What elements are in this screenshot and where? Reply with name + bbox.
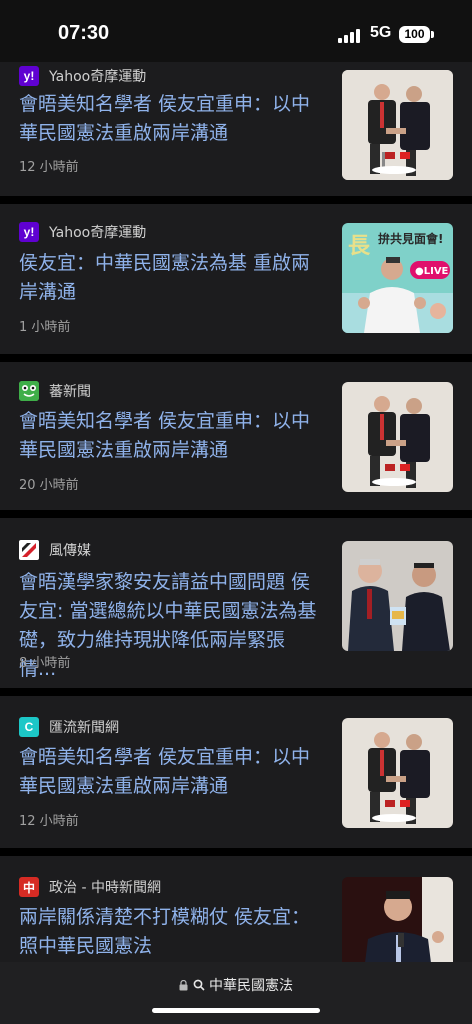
article-time: 12 小時前 [19, 814, 79, 829]
article-source: 風傳媒 [19, 540, 91, 560]
network-type: 5G [370, 24, 392, 41]
battery-icon: 100 [399, 26, 430, 43]
article-card[interactable]: C 匯流新聞網 會晤美知名學者 侯友宜重申：以中華民國憲法重啟兩岸溝通 12 小… [0, 696, 472, 848]
article-source: y! Yahoo奇摩運動 [19, 66, 146, 86]
article-thumbnail[interactable] [342, 70, 453, 180]
article-headline[interactable]: 會晤美知名學者 侯友宜重申：以中華民國憲法重啟兩岸溝通 [19, 90, 319, 148]
handshake-photo-icon [342, 718, 453, 828]
yahoo-logo-icon: y! [19, 66, 39, 86]
storm-media-logo-icon [19, 540, 39, 560]
article-thumbnail[interactable] [342, 718, 453, 828]
source-name: 政治 - 中時新聞網 [49, 880, 161, 896]
source-name: Yahoo奇摩運動 [49, 69, 147, 85]
meeting-photo-icon [342, 541, 453, 651]
source-name: 風傳媒 [49, 543, 91, 559]
chinatimes-logo-icon: 中 [19, 877, 39, 897]
battery-tip [431, 31, 434, 38]
article-thumbnail[interactable] [342, 541, 453, 651]
search-icon [193, 978, 209, 994]
article-headline[interactable]: 侯友宜：中華民國憲法為基 重啟兩岸溝通 [19, 249, 319, 307]
lock-icon [179, 978, 192, 994]
source-name: 匯流新聞網 [49, 720, 119, 736]
stream-title: 拚共見面會! [378, 231, 443, 246]
live-badge: ●LIVE [415, 266, 449, 277]
article-card[interactable]: 蕃新聞 會晤美知名學者 侯友宜重申：以中華民國憲法重啟兩岸溝通 20 小時前 [0, 362, 472, 510]
article-source: 蕃新聞 [19, 381, 91, 401]
yahoo-logo-icon: y! [19, 222, 39, 242]
article-source: C 匯流新聞網 [19, 717, 119, 737]
article-headline[interactable]: 兩岸關係清楚不打模糊仗 侯友宜：照中華民國憲法 [19, 903, 319, 961]
cnews-logo-icon: C [19, 717, 39, 737]
article-source: 中 政治 - 中時新聞網 [19, 877, 161, 897]
article-card[interactable]: 風傳媒 會晤漢學家黎安友請益中國問題 侯友宜: 當選總統以中華民國憲法為基礎，致… [0, 518, 472, 688]
cellular-signal-icon [338, 29, 362, 43]
bottom-search-bar[interactable]: 中華民國憲法 [0, 962, 472, 1024]
source-name: 蕃新聞 [49, 384, 91, 400]
article-card[interactable]: y! Yahoo奇摩運動 會晤美知名學者 侯友宜重申：以中華民國憲法重啟兩岸溝通… [0, 52, 472, 196]
live-stream-photo-icon: 拚共見面會! 長 ●LIVE [342, 223, 453, 333]
article-headline[interactable]: 會晤美知名學者 侯友宜重申：以中華民國憲法重啟兩岸溝通 [19, 407, 319, 465]
article-time: 8 小時前 [19, 656, 71, 671]
search-query-display[interactable]: 中華民國憲法 [0, 975, 472, 995]
article-time: 1 小時前 [19, 320, 71, 335]
frog-icon [19, 381, 39, 401]
status-bar: 07:30 5G 100 [0, 0, 472, 62]
article-thumbnail[interactable] [342, 382, 453, 492]
article-time: 20 小時前 [19, 478, 79, 493]
status-time: 07:30 [58, 22, 110, 44]
handshake-photo-icon [342, 70, 453, 180]
article-card[interactable]: 中 政治 - 中時新聞網 兩岸關係清楚不打模糊仗 侯友宜：照中華民國憲法 [0, 856, 472, 987]
home-indicator[interactable] [152, 1008, 320, 1013]
article-headline[interactable]: 會晤美知名學者 侯友宜重申：以中華民國憲法重啟兩岸溝通 [19, 743, 319, 801]
article-source: y! Yahoo奇摩運動 [19, 222, 146, 242]
source-name: Yahoo奇摩運動 [49, 225, 147, 241]
article-thumbnail[interactable]: 拚共見面會! 長 ●LIVE [342, 223, 453, 333]
svg-text:長: 長 [348, 234, 371, 259]
search-query-text: 中華民國憲法 [208, 978, 293, 994]
handshake-photo-icon [342, 382, 453, 492]
article-card[interactable]: y! Yahoo奇摩運動 侯友宜：中華民國憲法為基 重啟兩岸溝通 1 小時前 拚… [0, 204, 472, 354]
article-time: 12 小時前 [19, 160, 79, 175]
